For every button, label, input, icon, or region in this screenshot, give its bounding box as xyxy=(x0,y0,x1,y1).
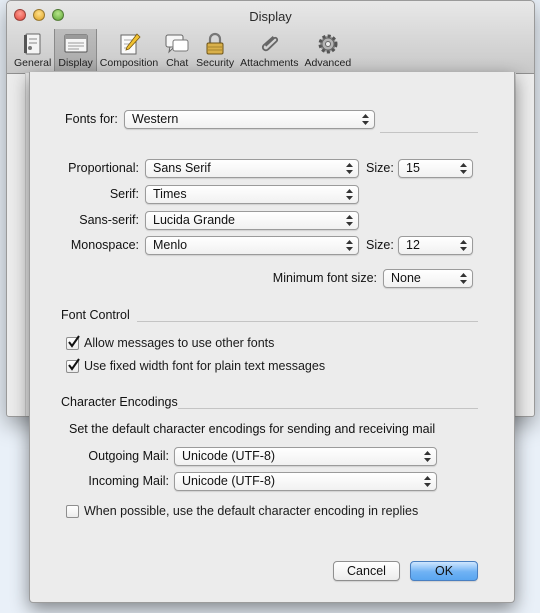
monospace-size-label: Size: xyxy=(366,238,394,252)
outgoing-mail-label: Outgoing Mail: xyxy=(88,449,169,463)
toolbar-security-label: Security xyxy=(196,57,235,69)
toolbar-general-label: General xyxy=(14,57,52,69)
default-encoding-replies-row[interactable]: When possible, use the default character… xyxy=(66,504,418,518)
min-font-size-label: Minimum font size: xyxy=(272,271,377,285)
popup-arrows-icon xyxy=(460,240,467,251)
toolbar-security[interactable]: Security xyxy=(193,29,237,71)
encodings-description: Set the default character encodings for … xyxy=(69,422,436,436)
allow-other-fonts-row[interactable]: Allow messages to use other fonts xyxy=(66,334,275,350)
fonts-for-value: Western xyxy=(132,112,179,126)
monospace-size-value: 12 xyxy=(406,238,420,252)
divider xyxy=(178,408,478,409)
popup-arrows-icon xyxy=(346,240,353,251)
divider xyxy=(380,132,478,133)
proportional-font-popup[interactable]: Sans Serif xyxy=(145,159,359,178)
lock-icon xyxy=(206,32,224,55)
incoming-mail-label: Incoming Mail: xyxy=(88,474,169,488)
monospace-font-value: Menlo xyxy=(153,238,188,252)
incoming-encoding-value: Unicode (UTF-8) xyxy=(182,474,276,488)
checkmark-icon xyxy=(68,334,80,348)
toolbar-advanced-label: Advanced xyxy=(304,57,352,69)
popup-arrows-icon xyxy=(346,215,353,226)
toolbar-chat-label: Chat xyxy=(166,57,189,69)
divider xyxy=(137,321,478,322)
monospace-label: Monospace: xyxy=(70,238,139,252)
allow-other-fonts-checkbox[interactable] xyxy=(66,334,80,350)
chat-icon xyxy=(165,34,189,54)
toolbar-chat[interactable]: Chat xyxy=(161,29,193,71)
allow-other-fonts-label: Allow messages to use other fonts xyxy=(84,336,275,350)
fonts-for-label: Fonts for: xyxy=(65,112,118,126)
display-icon xyxy=(64,34,88,53)
character-encodings-title: Character Encodings xyxy=(61,395,178,409)
serif-label: Serif: xyxy=(109,187,139,201)
general-icon xyxy=(23,33,41,55)
checkmark-icon xyxy=(68,357,80,371)
toolbar-composition-label: Composition xyxy=(99,57,159,69)
min-font-size-value: None xyxy=(391,271,421,285)
sans-serif-font-value: Lucida Grande xyxy=(153,213,236,227)
default-encoding-replies-label: When possible, use the default character… xyxy=(84,504,419,518)
toolbar-attachments[interactable]: Attachments xyxy=(237,29,301,71)
min-font-size-popup[interactable]: None xyxy=(383,269,473,288)
sans-serif-label: Sans-serif: xyxy=(79,213,139,227)
ok-button[interactable]: OK xyxy=(410,561,478,581)
serif-font-popup[interactable]: Times xyxy=(145,185,359,204)
cancel-button[interactable]: Cancel xyxy=(333,561,400,581)
serif-font-value: Times xyxy=(153,187,187,201)
preferences-toolbar: General Display Composition Chat Securit… xyxy=(11,29,354,73)
toolbar-advanced[interactable]: Advanced xyxy=(301,29,354,71)
popup-arrows-icon xyxy=(460,163,467,174)
fonts-sheet: Fonts for: Western Proportional: Sans Se… xyxy=(29,72,515,603)
title-bar: Display General Display Composition Chat… xyxy=(7,1,534,74)
window-title: Display xyxy=(249,9,292,24)
monospace-font-popup[interactable]: Menlo xyxy=(145,236,359,255)
outgoing-encoding-value: Unicode (UTF-8) xyxy=(182,449,276,463)
popup-arrows-icon xyxy=(424,451,431,462)
fixed-width-font-label: Use fixed width font for plain text mess… xyxy=(84,359,326,373)
default-encoding-replies-checkbox[interactable] xyxy=(66,504,79,518)
fixed-width-font-checkbox[interactable] xyxy=(66,357,80,373)
paperclip-icon xyxy=(262,35,279,52)
monospace-size-popup[interactable]: 12 xyxy=(398,236,473,255)
outgoing-encoding-popup[interactable]: Unicode (UTF-8) xyxy=(174,447,437,466)
toolbar-composition[interactable]: Composition xyxy=(97,29,161,71)
popup-arrows-icon xyxy=(346,163,353,174)
proportional-label: Proportional: xyxy=(68,161,139,175)
toolbar-attachments-label: Attachments xyxy=(240,57,299,69)
proportional-size-value: 15 xyxy=(406,161,420,175)
fonts-for-popup[interactable]: Western xyxy=(124,110,375,129)
toolbar-display-label: Display xyxy=(58,57,93,69)
proportional-font-value: Sans Serif xyxy=(153,161,211,175)
popup-arrows-icon xyxy=(460,273,467,284)
popup-arrows-icon xyxy=(346,189,353,200)
sans-serif-font-popup[interactable]: Lucida Grande xyxy=(145,211,359,230)
proportional-size-popup[interactable]: 15 xyxy=(398,159,473,178)
composition-icon xyxy=(120,33,141,55)
proportional-size-label: Size: xyxy=(366,161,394,175)
popup-arrows-icon xyxy=(362,114,369,125)
gear-icon xyxy=(318,34,338,54)
fixed-width-font-row[interactable]: Use fixed width font for plain text mess… xyxy=(66,357,326,373)
popup-arrows-icon xyxy=(424,476,431,487)
toolbar-general[interactable]: General xyxy=(11,29,54,71)
font-control-title: Font Control xyxy=(61,308,130,322)
incoming-encoding-popup[interactable]: Unicode (UTF-8) xyxy=(174,472,437,491)
toolbar-display[interactable]: Display xyxy=(54,29,97,71)
